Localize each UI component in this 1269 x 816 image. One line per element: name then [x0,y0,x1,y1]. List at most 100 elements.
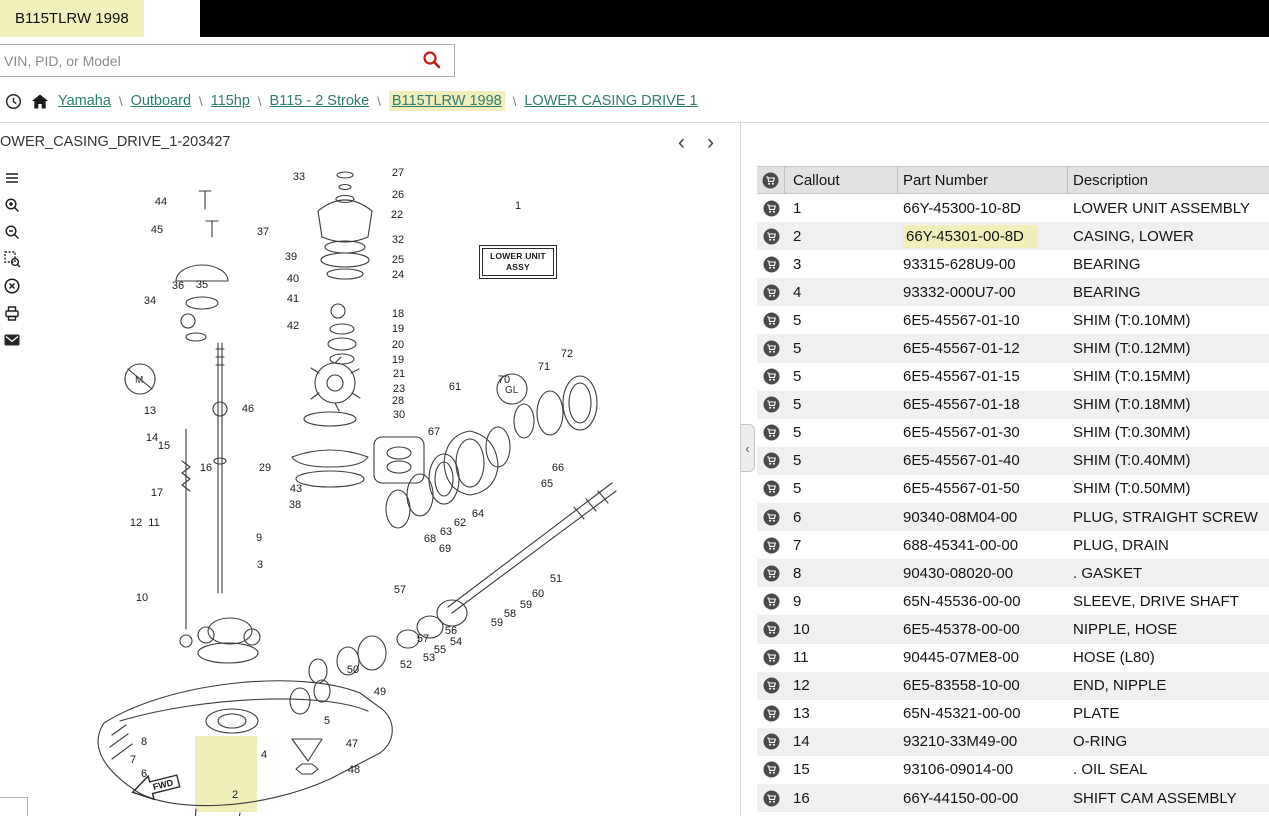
zoom-in-icon[interactable] [3,196,21,214]
diagram-callout[interactable]: 64 [472,508,484,520]
table-row[interactable]: 6 90340-08M04-00 PLUG, STRAIGHT SCREW [757,503,1269,532]
diagram-callout[interactable]: 43 [290,483,302,495]
add-to-cart-button[interactable] [757,593,785,610]
part-number-column-header[interactable]: Part Number [898,167,1068,193]
add-to-cart-button[interactable] [757,480,785,497]
diagram-callout[interactable]: 55 [434,644,446,656]
table-row[interactable]: 14 93210-33M49-00 O-RING [757,727,1269,756]
diagram-callout[interactable]: 58 [504,608,516,620]
diagram-callout[interactable]: 48 [348,764,360,776]
diagram-callout[interactable]: 25 [392,254,404,266]
diagram-callout[interactable]: 16 [200,462,212,474]
add-to-cart-button[interactable] [757,509,785,526]
table-row[interactable]: 12 6E5-83558-10-00 END, NIPPLE [757,671,1269,700]
add-to-cart-button[interactable] [757,677,785,694]
diagram-callout[interactable]: 46 [242,403,254,415]
diagram-callout[interactable]: 57 [417,633,429,645]
diagram-callout[interactable]: 34 [144,295,156,307]
diagram-callout[interactable]: 30 [393,409,405,421]
diagram-callout[interactable]: 60 [532,588,544,600]
diagram-callout[interactable]: 52 [400,659,412,671]
breadcrumb-link[interactable]: Outboard [131,93,191,109]
diagram-callout[interactable]: 28 [392,395,404,407]
search-input[interactable] [0,44,455,77]
diagram-callout[interactable]: 17 [151,487,163,499]
add-to-cart-button[interactable] [757,200,785,217]
zoom-selection-icon[interactable] [3,250,21,268]
diagram-callout[interactable]: 7 [130,754,136,766]
diagram-callout[interactable]: 70 [498,374,510,386]
diagram-callout[interactable]: 44 [155,196,167,208]
diagram-callout[interactable]: 11 [148,517,159,529]
diagram-callout[interactable]: 23 [393,383,405,395]
menu-icon[interactable] [3,169,21,187]
add-to-cart-button[interactable] [757,761,785,778]
previous-diagram-button[interactable]: ‹ [674,132,689,153]
table-row[interactable]: 5 6E5-45567-01-40 SHIM (T:0.40MM) [757,446,1269,475]
diagram-callout[interactable]: 22 [391,209,403,221]
diagram-callout[interactable]: 10 [136,592,148,604]
diagram-callout[interactable]: 61 [449,381,461,393]
diagram-callout[interactable]: 12 [130,517,142,529]
diagram-callout[interactable]: 63 [440,526,452,538]
diagram-callout[interactable]: 19 [392,354,404,366]
table-row[interactable]: 11 90445-07ME8-00 HOSE (L80) [757,644,1269,672]
diagram-callout[interactable]: 1 [515,200,521,212]
description-column-header[interactable]: Description [1068,167,1269,193]
diagram-callout[interactable]: 5 [324,715,330,727]
table-row[interactable]: 4 93332-000U7-00 BEARING [757,278,1269,307]
add-to-cart-button[interactable] [757,649,785,666]
diagram-callout[interactable]: 42 [287,320,299,332]
table-row[interactable]: 7 688-45341-00-00 PLUG, DRAIN [757,531,1269,559]
diagram-callout[interactable]: 9 [256,532,262,544]
diagram-callout[interactable]: 24 [392,269,404,281]
add-to-cart-button[interactable] [757,340,785,357]
callout-column-header[interactable]: Callout [785,167,898,193]
add-to-cart-button[interactable] [757,396,785,413]
diagram-callout[interactable]: 40 [287,273,299,285]
table-row[interactable]: 5 6E5-45567-01-18 SHIM (T:0.18MM) [757,390,1269,419]
table-row[interactable]: 5 6E5-45567-01-10 SHIM (T:0.10MM) [757,306,1269,334]
diagram-callout[interactable]: 36 [172,280,184,292]
diagram-canvas[interactable]: M GL 33 27 44 26 1 22 45 37 32 39 25 24 40 35 36 34 41 18… [0,161,740,816]
table-row[interactable]: 5 6E5-45567-01-50 SHIM (T:0.50MM) [757,475,1269,503]
add-to-cart-button[interactable] [757,312,785,329]
add-to-cart-button[interactable] [757,256,785,273]
print-icon[interactable] [3,304,21,322]
table-row[interactable]: 16 66Y-44150-00-00 SHIFT CAM ASSEMBLY [757,783,1269,813]
diagram-callout[interactable]: 39 [285,251,297,263]
history-icon[interactable] [5,93,22,110]
table-row[interactable]: 8 90430-08020-00 . GASKET [757,559,1269,588]
diagram-callout[interactable]: 49 [374,686,386,698]
diagram-callout[interactable]: 8 [141,736,147,748]
table-row[interactable]: 5 6E5-45567-01-15 SHIM (T:0.15MM) [757,363,1269,391]
diagram-callout[interactable]: 41 [287,293,299,305]
diagram-callout[interactable]: 51 [550,573,562,585]
table-row[interactable]: 2 66Y-45301-00-8D CASING, LOWER [757,222,1269,251]
diagram-callout[interactable]: 3 [257,559,263,571]
cart-column-header[interactable] [757,167,785,193]
diagram-callout[interactable]: 2 [232,789,238,801]
add-to-cart-button[interactable] [757,790,785,807]
breadcrumb-link[interactable]: LOWER CASING DRIVE 1 [524,93,697,109]
add-to-cart-button[interactable] [757,284,785,301]
table-row[interactable]: 9 65N-45536-00-00 SLEEVE, DRIVE SHAFT [757,587,1269,615]
diagram-callout[interactable]: 69 [439,543,451,555]
model-tab[interactable]: B115TLRW 1998 [0,0,144,37]
breadcrumb-link[interactable]: Yamaha [58,93,111,109]
table-row[interactable]: 15 93106-09014-00 . OIL SEAL [757,756,1269,784]
diagram-callout[interactable]: 18 [392,308,404,320]
search-button[interactable] [420,49,444,73]
breadcrumb-link[interactable]: 115hp [211,93,250,109]
diagram-callout[interactable]: 38 [289,499,301,511]
table-row[interactable]: 3 93315-628U9-00 BEARING [757,250,1269,278]
table-row[interactable]: 5 6E5-45567-01-30 SHIM (T:0.30MM) [757,419,1269,447]
add-to-cart-button[interactable] [757,565,785,582]
diagram-callout[interactable]: 65 [541,478,553,490]
diagram-callout[interactable]: 13 [144,405,156,417]
diagram-callout[interactable]: 57 [394,584,406,596]
diagram-callout[interactable]: 71 [538,361,550,373]
diagram-callout[interactable]: 54 [450,636,462,648]
diagram-callout[interactable]: 15 [158,440,170,452]
add-to-cart-button[interactable] [757,228,785,245]
